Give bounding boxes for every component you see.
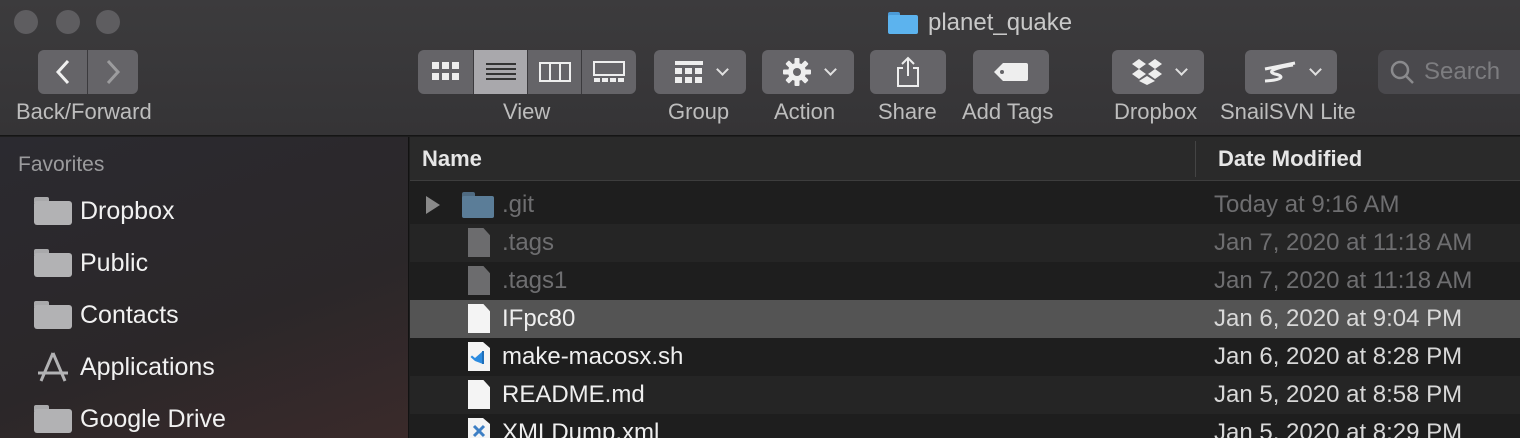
action-label: Action: [774, 99, 836, 124]
snailsvn-label: SnailSVN Lite: [1220, 99, 1356, 124]
disclosure-triangle-icon[interactable]: [426, 196, 440, 214]
favorites-heading: Favorites: [18, 153, 105, 176]
chevron-down-icon: [1174, 63, 1188, 76]
sidebar: Favorites Dropbox Public Contacts Applic…: [0, 137, 409, 438]
file-name: README.md: [502, 381, 645, 408]
icon-view-button[interactable]: [418, 50, 474, 94]
list-lines-icon: [485, 63, 516, 80]
xml-document-icon: [468, 418, 490, 438]
view-label: View: [503, 99, 551, 124]
chevron-down-icon: [1308, 63, 1322, 76]
dropbox-icon: [1131, 59, 1162, 85]
file-name: .tags: [502, 229, 555, 256]
sidebar-item-public[interactable]: Public: [34, 243, 148, 283]
zoom-window-button[interactable]: [96, 10, 120, 34]
search-placeholder: Search: [1424, 58, 1501, 85]
sidebar-item-label: Dropbox: [80, 196, 175, 225]
chevron-down-icon: [823, 63, 837, 76]
chevron-right-icon: [106, 59, 121, 85]
file-name: IFpc80: [502, 305, 576, 332]
folder-icon: [34, 301, 72, 329]
name-column-header[interactable]: Name: [422, 146, 482, 172]
sidebar-item-contacts[interactable]: Contacts: [34, 295, 179, 335]
file-date: Jan 6, 2020 at 9:04 PM: [1214, 305, 1463, 332]
file-list: Name Date Modified .git Today at 9:16 AM…: [410, 137, 1520, 438]
folder-icon: [34, 249, 72, 277]
tag-icon: [994, 63, 1028, 81]
applications-icon: [38, 352, 68, 382]
sidebar-item-dropbox[interactable]: Dropbox: [34, 191, 175, 231]
document-icon: [468, 304, 490, 333]
file-row[interactable]: README.md Jan 5, 2020 at 8:58 PM: [410, 376, 1520, 414]
sidebar-item-label: Contacts: [80, 300, 179, 329]
folder-icon: [34, 405, 72, 433]
back-forward-label: Back/Forward: [16, 99, 152, 124]
document-icon: [468, 380, 490, 409]
group-icon: [674, 61, 703, 83]
dropbox-label: Dropbox: [1114, 99, 1198, 124]
share-button[interactable]: [870, 50, 946, 94]
file-name: .git: [502, 191, 535, 218]
sidebar-item-google-drive[interactable]: Google Drive: [34, 399, 226, 438]
date-column-header[interactable]: Date Modified: [1218, 146, 1362, 172]
add-tags-label: Add Tags: [962, 99, 1054, 124]
snailsvn-icon: [1264, 61, 1295, 83]
gear-icon: [782, 58, 811, 86]
folder-icon: [462, 192, 494, 218]
columns-icon: [538, 62, 571, 82]
toolbar: planet_quake Back/Forward View Group Act…: [0, 0, 1520, 136]
file-row[interactable]: .tags1 Jan 7, 2020 at 11:18 AM: [410, 262, 1520, 300]
list-view-button[interactable]: [474, 50, 528, 94]
file-name: XMLDump.xml: [502, 419, 660, 438]
group-label: Group: [668, 99, 730, 124]
file-date: Jan 5, 2020 at 8:29 PM: [1214, 419, 1463, 438]
search-field[interactable]: Search: [1378, 50, 1520, 94]
document-icon: [468, 228, 490, 257]
gallery-icon: [593, 61, 625, 82]
share-icon: [897, 56, 919, 87]
add-tags-button[interactable]: [973, 50, 1049, 94]
search-icon: [1390, 60, 1414, 84]
icon-grid-icon: [431, 62, 459, 80]
sidebar-item-label: Google Drive: [80, 404, 226, 433]
view-control: [418, 50, 636, 94]
column-view-button[interactable]: [528, 50, 582, 94]
group-button[interactable]: [654, 50, 746, 94]
file-name: .tags1: [502, 267, 568, 294]
sidebar-item-applications[interactable]: Applications: [34, 347, 215, 387]
window-title: planet_quake: [888, 6, 1072, 40]
file-date: Jan 7, 2020 at 11:18 AM: [1214, 229, 1473, 256]
gallery-view-button[interactable]: [582, 50, 636, 94]
sidebar-item-label: Applications: [80, 352, 215, 381]
back-forward-control: [38, 50, 138, 94]
chevron-down-icon: [715, 63, 729, 76]
window-title-text: planet_quake: [928, 9, 1073, 36]
column-header: Name Date Modified: [410, 137, 1520, 181]
column-divider[interactable]: [1195, 141, 1196, 177]
file-row[interactable]: .git Today at 9:16 AM: [410, 186, 1520, 224]
share-label: Share: [878, 99, 937, 124]
file-date: Jan 5, 2020 at 8:58 PM: [1214, 381, 1463, 408]
snailsvn-button[interactable]: [1245, 50, 1337, 94]
folder-icon: [888, 12, 918, 34]
forward-button[interactable]: [88, 50, 138, 94]
action-button[interactable]: [762, 50, 854, 94]
file-row[interactable]: make-macosx.sh Jan 6, 2020 at 8:28 PM: [410, 338, 1520, 376]
file-date: Jan 7, 2020 at 11:18 AM: [1214, 267, 1473, 294]
file-name: make-macosx.sh: [502, 343, 684, 370]
document-icon: [468, 266, 490, 295]
file-date: Jan 6, 2020 at 8:28 PM: [1214, 343, 1463, 370]
sidebar-item-label: Public: [80, 248, 149, 277]
file-row[interactable]: .tags Jan 7, 2020 at 11:18 AM: [410, 224, 1520, 262]
chevron-left-icon: [55, 59, 69, 85]
vscode-script-icon: [468, 342, 490, 371]
file-row-selected[interactable]: IFpc80 Jan 6, 2020 at 9:04 PM: [410, 300, 1520, 338]
file-row[interactable]: XMLDump.xml Jan 5, 2020 at 8:29 PM: [410, 414, 1520, 438]
folder-icon: [34, 197, 72, 225]
file-date: Today at 9:16 AM: [1214, 191, 1400, 218]
back-button[interactable]: [38, 50, 88, 94]
dropbox-button[interactable]: [1112, 50, 1204, 94]
minimize-window-button[interactable]: [56, 10, 80, 34]
close-window-button[interactable]: [14, 10, 38, 34]
